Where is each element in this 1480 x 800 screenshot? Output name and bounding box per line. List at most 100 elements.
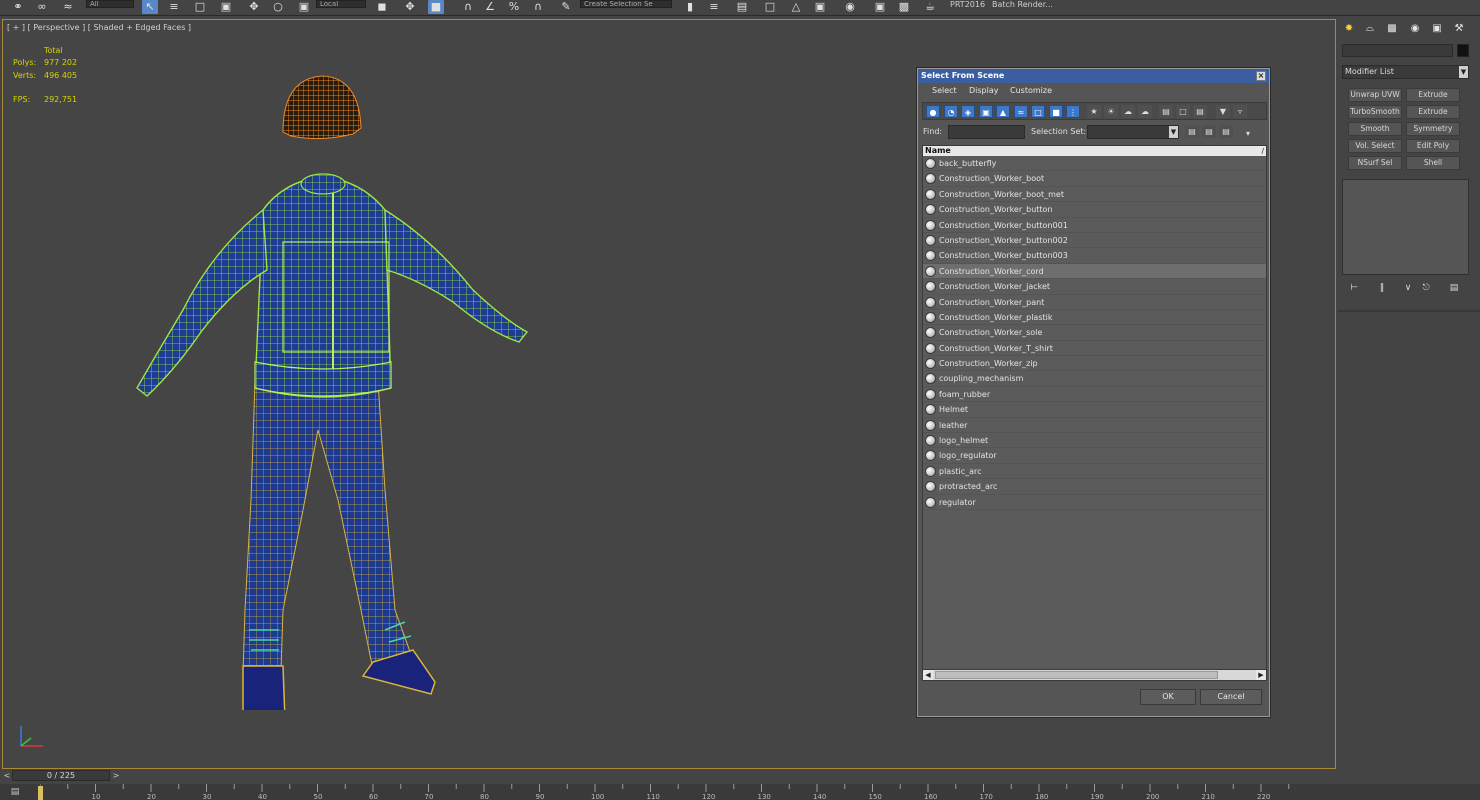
menu-customize[interactable]: Customize — [1010, 86, 1052, 95]
display-tab-icon[interactable]: ▣ — [1430, 22, 1444, 36]
selection-filter-dropdown[interactable]: All — [86, 0, 134, 8]
list-item[interactable]: back_butterfly — [923, 156, 1266, 172]
scrollbar-thumb[interactable] — [935, 671, 1218, 679]
remove-modifier-icon[interactable]: ⎋ — [1418, 282, 1434, 294]
list-item[interactable]: Construction_Worker_cord — [923, 263, 1266, 280]
sort-list-icon[interactable]: ▤ — [1193, 105, 1207, 118]
scroll-left-icon[interactable]: ◀ — [923, 670, 933, 680]
snaps-toggle-icon[interactable]: ∩ — [460, 0, 476, 14]
list-item[interactable]: Construction_Worker_button001 — [923, 218, 1266, 233]
schematic-view-icon[interactable]: ▣ — [812, 0, 828, 14]
filter-icon[interactable]: ▼ — [1216, 105, 1230, 118]
select-object-icon[interactable]: ↖ — [142, 0, 158, 14]
utilities-tab-icon[interactable]: ⚒ — [1452, 22, 1466, 36]
list-item[interactable]: Construction_Worker_button003 — [923, 248, 1266, 264]
display-lights-icon[interactable]: ◈ — [961, 105, 975, 118]
list-item[interactable]: logo_helmet — [923, 433, 1266, 449]
mirror-icon[interactable]: ▮ — [682, 0, 698, 14]
display-bones-icon[interactable]: ⋮ — [1066, 105, 1080, 118]
pivot-point-icon[interactable]: ◼ — [374, 0, 390, 14]
material-editor-icon[interactable]: ◉ — [842, 0, 858, 14]
track-bar[interactable]: ▤ 10 20 30 40 50 60 70 80 90 100 110 120 130 140 150 16… — [0, 784, 1480, 800]
spinner-snap-icon[interactable]: ∩ — [530, 0, 546, 14]
list-item[interactable]: regulator — [923, 495, 1266, 510]
object-color-swatch[interactable] — [1457, 44, 1469, 57]
move-icon[interactable]: ✥ — [246, 0, 262, 14]
link-icon[interactable]: ⚭ — [10, 0, 26, 14]
list-item[interactable]: foam_rubber — [923, 387, 1266, 403]
angle-snap-icon[interactable]: ∠ — [482, 0, 498, 14]
scroll-right-icon[interactable]: ▶ — [1256, 670, 1266, 680]
dialog-title[interactable]: Select From Scene — [918, 69, 1269, 83]
shell-button[interactable]: Shell — [1406, 156, 1460, 170]
modifier-stack[interactable] — [1342, 179, 1469, 275]
expand-options-icon[interactable]: ▾ — [1241, 127, 1255, 140]
frame-ruler[interactable]: 10 20 30 40 50 60 70 80 90 100 110 120 130 140 150 160 1… — [40, 784, 1300, 800]
smooth-button[interactable]: Smooth — [1348, 122, 1402, 136]
named-selection-sets-dropdown[interactable]: Create Selection Se — [580, 0, 672, 8]
display-shapes-icon[interactable]: ◔ — [944, 105, 958, 118]
show-end-result-icon[interactable]: ‖ — [1374, 282, 1390, 294]
render-setup-icon[interactable]: ▣ — [872, 0, 888, 14]
select-by-name-icon[interactable]: ≡ — [166, 0, 182, 14]
list-item[interactable]: Construction_Worker_sole — [923, 325, 1266, 341]
rectangular-selection-icon[interactable]: □ — [192, 0, 208, 14]
display-geometry-icon[interactable]: ● — [926, 105, 940, 118]
create-tab-icon[interactable]: ✸ — [1342, 22, 1356, 36]
column-resize-icon[interactable]: / — [1261, 146, 1264, 156]
bind-space-warp-icon[interactable]: ≈ — [60, 0, 76, 14]
project-label[interactable]: PRT2016 — [950, 0, 985, 9]
time-slider-thumb[interactable]: 0 / 225 — [12, 770, 110, 781]
percent-snap-icon[interactable]: % — [506, 0, 522, 14]
display-containers-icon[interactable]: ★ — [1087, 105, 1101, 118]
display-hidden-icon[interactable]: ☁ — [1121, 105, 1135, 118]
display-helpers-icon[interactable]: ▲ — [996, 105, 1010, 118]
nsurf-sel-button[interactable]: NSurf Sel — [1348, 156, 1402, 170]
list-item[interactable]: Construction_Worker_plastik — [923, 310, 1266, 326]
edit-poly-button[interactable]: Edit Poly — [1406, 139, 1460, 153]
invert-display-icon[interactable]: □ — [1176, 105, 1190, 118]
construction-worker-wireframe-model[interactable] — [123, 70, 543, 710]
scene-object-list[interactable]: Name / back_butterfly Construction_Worker… — [922, 145, 1267, 681]
object-name-field[interactable] — [1342, 44, 1453, 57]
hierarchy-tab-icon[interactable]: ▩ — [1385, 22, 1399, 36]
select-none-icon[interactable]: ▤ — [1202, 125, 1216, 138]
find-input[interactable] — [948, 125, 1025, 139]
list-item[interactable]: plastic_arc — [923, 464, 1266, 480]
curve-editor-icon[interactable]: △ — [788, 0, 804, 14]
edit-named-selection-icon[interactable]: ✎ — [558, 0, 574, 14]
display-all-icon[interactable]: ☁ — [1138, 105, 1152, 118]
time-slider[interactable]: < 0 / 225 > — [2, 770, 1336, 782]
viewport-label[interactable]: [ + ] [ Perspective ] [ Shaded + Edged F… — [7, 23, 191, 32]
extrude-button[interactable]: Extrude — [1406, 88, 1460, 102]
list-item[interactable]: Construction_Worker_jacket — [923, 279, 1266, 295]
next-frame-icon[interactable]: > — [110, 770, 122, 781]
list-item[interactable]: Construction_Worker_boot_met — [923, 187, 1266, 203]
motion-tab-icon[interactable]: ◉ — [1408, 22, 1422, 36]
name-column-header[interactable]: Name / — [923, 146, 1266, 156]
pin-stack-icon[interactable]: ⊢ — [1346, 282, 1362, 294]
select-invert-icon[interactable]: ▤ — [1219, 125, 1233, 138]
turbosmooth-button[interactable]: TurboSmooth — [1348, 105, 1402, 119]
display-xrefs-icon[interactable]: ■ — [1049, 105, 1063, 118]
filter-options-icon[interactable]: ▿ — [1233, 105, 1247, 118]
display-none-icon[interactable]: ▤ — [1159, 105, 1173, 118]
list-item[interactable]: logo_regulator — [923, 448, 1266, 464]
unwrap-uvw-button[interactable]: Unwrap UVW — [1348, 88, 1402, 102]
scale-icon[interactable]: ▣ — [296, 0, 312, 14]
ok-button[interactable]: OK — [1140, 689, 1196, 705]
batch-render-button[interactable]: Batch Render... — [992, 0, 1054, 9]
display-space-warps-icon[interactable]: ≈ — [1014, 105, 1028, 118]
display-groups-icon[interactable]: □ — [1031, 105, 1045, 118]
symmetry-button[interactable]: Symmetry — [1406, 122, 1460, 136]
list-item[interactable]: Construction_Worker_T_shirt — [923, 341, 1266, 357]
mini-curve-editor-icon[interactable]: ▤ — [6, 786, 24, 798]
display-cameras-icon[interactable]: ▣ — [979, 105, 993, 118]
modifier-list-dropdown[interactable]: Modifier List ▼ — [1342, 65, 1469, 79]
make-unique-icon[interactable]: ∨ — [1400, 282, 1416, 294]
previous-frame-icon[interactable]: < — [2, 770, 12, 781]
rotate-icon[interactable]: ○ — [270, 0, 286, 14]
list-item[interactable]: protracted_arc — [923, 479, 1266, 495]
rendered-frame-window-icon[interactable]: ▩ — [896, 0, 912, 14]
layer-manager-icon[interactable]: ▤ — [734, 0, 750, 14]
